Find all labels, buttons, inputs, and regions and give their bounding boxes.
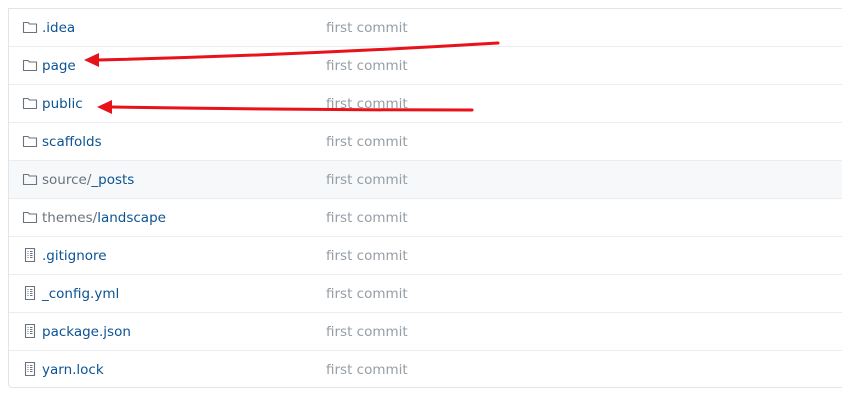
- file-icon: [24, 247, 36, 263]
- file-row[interactable]: public first commit: [9, 84, 842, 122]
- commit-message-link[interactable]: first commit: [326, 199, 408, 237]
- file-name: _posts: [91, 172, 135, 188]
- file-icon: [24, 323, 36, 339]
- commit-message-link[interactable]: first commit: [326, 275, 408, 313]
- file-name-link[interactable]: package.json: [42, 313, 131, 351]
- file-row[interactable]: scaffolds first commit: [9, 122, 842, 160]
- file-name: .idea: [42, 20, 76, 36]
- file-name-link[interactable]: _config.yml: [42, 275, 119, 313]
- file-name-link[interactable]: source/_posts: [42, 161, 134, 199]
- file-name-link[interactable]: .gitignore: [42, 237, 107, 275]
- file-name-link[interactable]: .idea: [42, 9, 75, 47]
- file-row[interactable]: _config.yml first commit: [9, 274, 842, 312]
- file-name: package.json: [42, 324, 131, 340]
- file-row[interactable]: .gitignore first commit: [9, 236, 842, 274]
- folder-icon: [22, 21, 38, 34]
- file-row[interactable]: yarn.lock first commit: [9, 350, 842, 388]
- folder-icon: [22, 211, 38, 224]
- file-name-link[interactable]: scaffolds: [42, 123, 102, 161]
- file-row[interactable]: package.json first commit: [9, 312, 842, 350]
- file-name: _config.yml: [42, 286, 120, 302]
- file-name-link[interactable]: yarn.lock: [42, 351, 104, 389]
- commit-message-link[interactable]: first commit: [326, 123, 408, 161]
- file-row[interactable]: source/_posts first commit: [9, 160, 842, 198]
- file-name-link[interactable]: public: [42, 85, 83, 123]
- folder-icon: [22, 97, 38, 110]
- file-icon: [24, 361, 36, 377]
- commit-message-link[interactable]: first commit: [326, 313, 408, 351]
- file-row[interactable]: .idea first commit: [9, 8, 842, 46]
- path-prefix: source/: [42, 172, 92, 188]
- file-name: scaffolds: [42, 134, 102, 150]
- folder-icon: [22, 135, 38, 148]
- file-name: public: [42, 96, 83, 112]
- file-row[interactable]: page first commit: [9, 46, 842, 84]
- commit-message-link[interactable]: first commit: [326, 85, 408, 123]
- file-list: .idea first commit page first commit pub…: [8, 8, 842, 388]
- commit-message-link[interactable]: first commit: [326, 9, 408, 47]
- folder-icon: [22, 59, 38, 72]
- commit-message-link[interactable]: first commit: [326, 47, 408, 85]
- file-name-link[interactable]: page: [42, 47, 76, 85]
- file-name: yarn.lock: [42, 362, 104, 378]
- file-icon: [24, 285, 36, 301]
- file-name-link[interactable]: themes/landscape: [42, 199, 166, 237]
- file-name: .gitignore: [42, 248, 107, 264]
- path-prefix: themes/: [42, 210, 98, 226]
- commit-message-link[interactable]: first commit: [326, 237, 408, 275]
- commit-message-link[interactable]: first commit: [326, 161, 408, 199]
- file-name: landscape: [97, 210, 166, 226]
- file-name: page: [42, 58, 76, 74]
- file-row[interactable]: themes/landscape first commit: [9, 198, 842, 236]
- folder-icon: [22, 173, 38, 186]
- commit-message-link[interactable]: first commit: [326, 351, 408, 389]
